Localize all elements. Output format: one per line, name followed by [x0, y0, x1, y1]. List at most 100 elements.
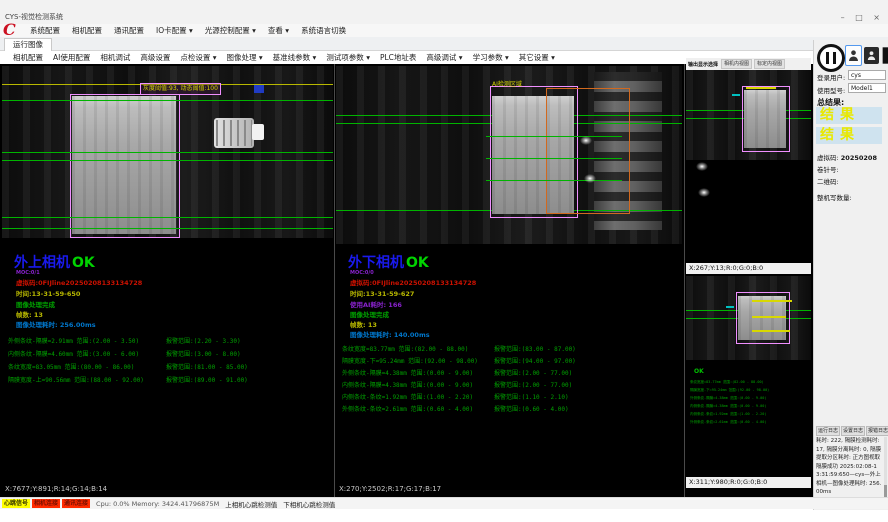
result-display-1: 结果	[816, 107, 882, 124]
login-user-label: 登录用户:	[817, 72, 845, 82]
camera-view-upper[interactable]: 灰度阈值:93, 动态阈值:100 外上相机OK MOC:0/1 虚拟码:0FI…	[2, 66, 333, 497]
barcode-value: 20250208	[841, 154, 877, 162]
thumb-tab[interactable]: 标定内视图	[754, 59, 785, 69]
toolbar-button[interactable]: 其它设置 ▾	[514, 52, 560, 63]
mode-label: MOC:0/1	[16, 270, 40, 276]
measure-value: 条纹宽度=83.77mm 范围:(82.00 - 88.00)	[342, 344, 468, 353]
log-tab[interactable]: 运行日志	[816, 426, 840, 436]
model-field[interactable]: Model1	[848, 83, 886, 93]
mini-threshold-label	[746, 87, 776, 89]
menu-item[interactable]: 查看 ▾	[262, 25, 295, 36]
barcode-label: 虚拟码:	[817, 154, 839, 162]
glare-spot	[584, 174, 596, 183]
ai-time-label: 使用AI耗时: 166	[350, 299, 402, 309]
barcode-label: 虚拟码:0FIJline20250208133134728	[16, 277, 142, 287]
menu-item[interactable]: IO卡配置 ▾	[150, 25, 199, 36]
toolbar-button[interactable]: 图像处理 ▾	[222, 52, 268, 63]
toolbar-button[interactable]: 点检设置 ▾	[175, 52, 221, 63]
connector-image	[214, 118, 254, 148]
tab-strip: 运行图像	[0, 37, 888, 51]
mini-marker	[732, 94, 740, 96]
time-label: 时间:13-31-59-627	[350, 288, 414, 298]
mini-measure-line: 条纹宽度=83.77mm 范围:(82.00 - 88.00)	[690, 378, 769, 386]
toolbar-button[interactable]: 测试项参数 ▾	[321, 52, 375, 63]
time-label: 时间:13-31-59-650	[16, 288, 80, 298]
alarm-range: 报警范围:(0.60 - 4.00)	[494, 404, 569, 413]
camera-name-label: 外上相机OK	[14, 252, 95, 272]
title-bar: CYS-视觉检测系统 – □ ×	[0, 0, 888, 24]
measure-line	[2, 217, 333, 218]
window-minimize-button[interactable]: –	[841, 13, 849, 22]
app-window: CYS-视觉检测系统 – □ × C 系统配置相机配置通讯配置IO卡配置 ▾光源…	[0, 0, 888, 522]
thumb-selector-bar: 输出显示选择 相机内视图标定内视图	[686, 58, 811, 70]
status-bar: 心跳信号相机连接通讯连接 Cpu: 0.0% Memory: 3424.4179…	[0, 497, 888, 509]
measure-line	[2, 228, 333, 229]
alarm-range: 报警范围:(2.20 - 3.30)	[166, 336, 241, 345]
mini-measure-line: 内侧条纹-隔膜=4.38mm 范围:(0.00 - 9.00)	[690, 402, 769, 410]
alarm-range: 报警范围:(2.00 - 77.00)	[494, 368, 572, 377]
measure-value: 隔膜宽度-上=90.56mm 范围:(88.00 - 92.00)	[8, 375, 144, 384]
alarm-range: 报警范围:(3.00 - 8.00)	[166, 349, 241, 358]
toolbar-button[interactable]: 基准线参数 ▾	[268, 52, 322, 63]
measure-value: 外侧条纹-隔膜=4.38mm 范围:(0.00 - 9.00)	[342, 368, 473, 377]
measure-value: 外侧条纹-隔膜=2.91mm 范围:(2.00 - 3.50)	[8, 336, 139, 345]
thumb-coords-bar: X:311;Y:980;R:0;G:0;B:0	[686, 477, 811, 488]
tab-run-image[interactable]: 运行图像	[4, 38, 52, 51]
thumbnail-view-bottom[interactable]: OK 条纹宽度=83.77mm 范围:(82.00 - 88.00)隔膜宽度-下…	[686, 276, 811, 477]
toolbar-button[interactable]: 高级调试 ▾	[421, 52, 467, 63]
thumbnail-view-top[interactable]	[686, 70, 811, 263]
log-tab[interactable]: 设置日志	[841, 426, 865, 436]
mini-measure-lines: 条纹宽度=83.77mm 范围:(82.00 - 88.00)隔膜宽度-下=95…	[690, 378, 769, 426]
user-switch-button[interactable]	[864, 47, 879, 64]
toolbar-button[interactable]: 高级设置	[135, 52, 175, 63]
menu-item[interactable]: 系统语言切换	[295, 25, 352, 36]
control-panel: 登录用户: cys 使用型号: Model1 总结果: 结果 结果 虚拟码: 2…	[813, 40, 888, 510]
mini-measure-line: 隔膜宽度-下=95.24mm 范围:(92.00 - 98.00)	[690, 386, 769, 394]
menu-item[interactable]: 光源控制配置 ▾	[199, 25, 262, 36]
status-badges: 心跳信号相机连接通讯连接	[2, 499, 90, 508]
toolbar-button[interactable]: 学习参数 ▾	[468, 52, 514, 63]
toolbar-button[interactable]: 相机调试	[95, 52, 135, 63]
thumb-tabs: 相机内视图标定内视图	[721, 59, 785, 69]
status-badge: 通讯连接	[62, 499, 90, 508]
menu-item[interactable]: 通讯配置	[108, 25, 150, 36]
alarm-range: 报警范围:(2.00 - 77.00)	[494, 380, 572, 389]
log-tab[interactable]: 报错日志	[866, 426, 888, 436]
window-close-button[interactable]: ×	[873, 13, 884, 22]
measure-line	[2, 160, 333, 161]
camera-view-lower[interactable]: AI检测区域 外下相机OK MOC:0/0 虚拟码:0FIJline202502…	[336, 66, 682, 497]
barcode-row: 虚拟码: 20250208	[817, 152, 877, 162]
elapsed-label: 图像处理耗时: 256.00ms	[16, 319, 96, 329]
log-text: 耗时: 222, 隔膜检测耗时: 17, 隔膜分离耗时: 0, 隔膜提取分区耗时…	[816, 437, 882, 499]
window-maximize-button[interactable]: □	[855, 13, 867, 22]
toolbar-button[interactable]: AI使用配置	[48, 52, 95, 63]
cursor-coords-label: X:7677;Y:891;R:14;G:14;B:14	[5, 485, 107, 493]
pause-button[interactable]	[817, 44, 845, 72]
measure-value: 内侧条纹-隔膜=4.38mm 范围:(0.00 - 9.00)	[342, 380, 473, 389]
mini-measure-line: 外侧条纹-条纹=2.61mm 范围:(0.60 - 4.00)	[690, 418, 769, 426]
menu-item[interactable]: 系统配置	[24, 25, 66, 36]
thumb-tab[interactable]: 相机内视图	[721, 59, 752, 69]
toolbar-button[interactable]: PLC地址表	[375, 52, 421, 63]
alarm-range: 报警范围:(83.00 - 87.00)	[494, 344, 576, 353]
measure-line	[486, 180, 622, 181]
frame-count-label: 帧数: 13	[350, 319, 377, 329]
result-ok-label: OK	[406, 255, 429, 271]
connector-tab-image	[252, 124, 264, 140]
status-badge: 相机连接	[32, 499, 60, 508]
panel-divider	[684, 64, 685, 497]
menu-item[interactable]: 相机配置	[66, 25, 108, 36]
toolbar-button[interactable]: 相机配置	[8, 52, 48, 63]
log-scrollbar[interactable]	[884, 437, 887, 499]
login-user-field[interactable]: cys	[848, 70, 886, 80]
log-tabs: 运行日志设置日志报错日志	[816, 426, 888, 436]
measure-value: 内侧条纹-条纹=1.92mm 范围:(1.00 - 2.20)	[342, 392, 473, 401]
mini-marker	[726, 306, 734, 308]
threshold-highlight	[254, 85, 264, 93]
alarm-range: 报警范围:(81.00 - 85.00)	[166, 362, 248, 371]
user-login-button[interactable]	[845, 45, 862, 66]
exit-button[interactable]	[880, 44, 888, 67]
upper-camera-heartbeat-label: 上相机心跳检测值	[225, 499, 277, 509]
measure-line	[2, 152, 333, 153]
measure-value: 内侧条纹-隔膜=4.60mm 范围:(3.00 - 6.00)	[8, 349, 139, 358]
